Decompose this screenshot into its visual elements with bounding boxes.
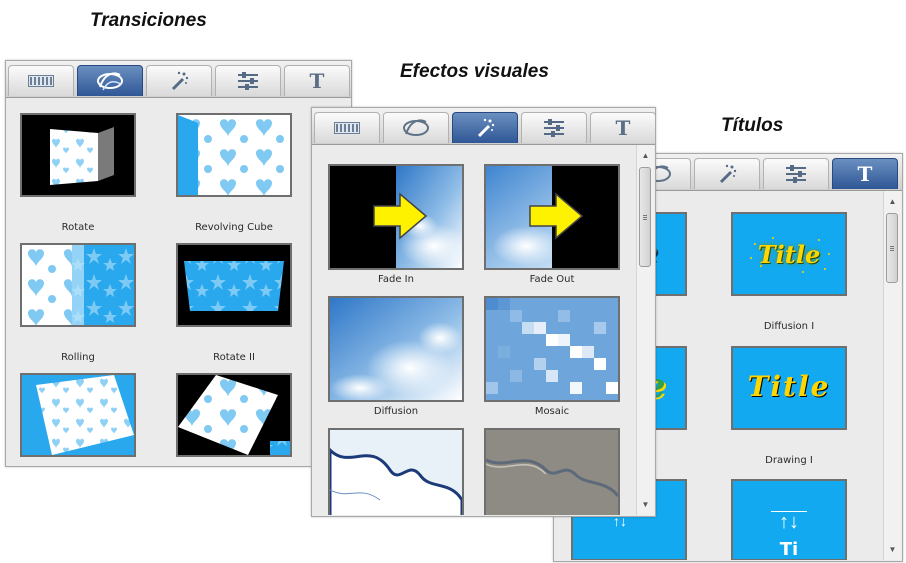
thumbnail-drawing-i[interactable]: Title: [731, 346, 847, 430]
arrows-icon: ↑↓: [779, 511, 799, 533]
tab-media[interactable]: [8, 65, 74, 96]
thumbnail-label: Rolling: [61, 352, 95, 363]
tab-adjustments[interactable]: [215, 65, 281, 96]
tab-media[interactable]: [314, 112, 380, 143]
tab-effects[interactable]: [146, 65, 212, 96]
tab-adjustments[interactable]: [763, 158, 829, 189]
vertical-scrollbar[interactable]: ▲ ▼: [883, 191, 901, 560]
fade-out-preview: [486, 166, 618, 268]
tab-transitions[interactable]: [383, 112, 449, 143]
heading-titles: Títulos: [721, 115, 784, 136]
transition-swirl-icon: [97, 72, 123, 91]
scroll-grip: [643, 215, 647, 216]
thumbnail-rotate[interactable]: [20, 113, 136, 197]
scroll-up-arrow[interactable]: ▲: [637, 147, 654, 164]
tab-titles[interactable]: T: [590, 112, 655, 143]
heading-transitions: Transiciones: [90, 10, 207, 31]
tab-effects[interactable]: [694, 158, 760, 189]
film-strip-icon: [334, 122, 360, 134]
tab-adjustments[interactable]: [521, 112, 587, 143]
thumbnail-label: Diffusion I: [763, 321, 815, 332]
scroll-down-arrow[interactable]: ▼: [884, 541, 901, 558]
effects-panel: T Fade In Fade Out Diffusion Mosaic ▲ ▼: [311, 107, 656, 517]
film-strip-icon: [28, 75, 54, 87]
tab-bar: T: [6, 61, 351, 98]
vertical-scrollbar[interactable]: ▲ ▼: [636, 145, 654, 515]
thumbnail-rotate-ii[interactable]: [176, 243, 292, 327]
thumbnail-label: Revolving Cube: [195, 222, 273, 233]
sliders-icon: [544, 119, 564, 137]
tab-effects[interactable]: [452, 112, 518, 143]
text-T-icon: T: [615, 116, 631, 140]
scroll-thumb[interactable]: [639, 167, 651, 267]
thumbnail-label: Fade Out: [529, 274, 575, 285]
fade-in-preview: [330, 166, 462, 268]
text-T-icon: T: [857, 162, 873, 186]
mosaic-preview: [486, 298, 618, 400]
thumbnail-revolving-cube[interactable]: [176, 113, 292, 197]
magic-wand-icon: [171, 71, 189, 91]
rolling-preview: [22, 245, 134, 325]
effects-grid: Fade In Fade Out Diffusion Mosaic ▲ ▼: [313, 145, 654, 515]
thumbnail-fade-out[interactable]: [484, 164, 620, 270]
thumbnail-diffusion[interactable]: [328, 296, 464, 402]
magic-wand-icon: [477, 118, 495, 138]
scroll-thumb[interactable]: [886, 213, 898, 283]
thumbnail-label: Diffusion: [373, 406, 419, 417]
thumbnail-mosaic[interactable]: [484, 296, 620, 402]
rotate-preview: [22, 115, 134, 195]
thumbnail-effect[interactable]: [484, 428, 620, 515]
sliders-icon: [238, 72, 258, 90]
thumbnail-transition[interactable]: [176, 373, 292, 457]
rotate-ii-preview: [178, 245, 290, 325]
transition-swirl-icon: [403, 119, 429, 136]
title-text: Ti: [779, 539, 799, 560]
thumbnail-label: Rotate: [61, 222, 95, 233]
revolving-cube-preview: [178, 115, 290, 195]
scroll-up-arrow[interactable]: ▲: [884, 193, 901, 210]
thumbnail-diffusion-i[interactable]: Title: [731, 212, 847, 296]
title-text: Title: [757, 240, 821, 269]
tab-transitions[interactable]: [77, 65, 143, 96]
thumbnail-label: Drawing I: [765, 455, 813, 466]
thumbnail-label: Rotate II: [213, 352, 255, 363]
diffusion-preview: [330, 298, 462, 400]
tab-titles[interactable]: T: [284, 65, 350, 96]
text-T-icon: T: [309, 69, 325, 93]
scroll-grip: [890, 246, 894, 247]
effect-preview: [486, 430, 618, 515]
tab-bar: T: [312, 108, 655, 145]
effect-preview: [330, 430, 462, 515]
transition-preview: [22, 375, 134, 455]
magic-wand-icon: [719, 164, 737, 184]
transition-preview: [178, 375, 290, 455]
transitions-grid: Rotate Revolving Cube Rolling Rotate II: [7, 98, 350, 465]
title-text: Title: [747, 370, 831, 403]
thumbnail-transition[interactable]: [20, 373, 136, 457]
thumbnail-rolling[interactable]: [20, 243, 136, 327]
thumbnail-fade-in[interactable]: [328, 164, 464, 270]
thumbnail-title[interactable]: ↑↓ Ti: [731, 479, 847, 560]
thumbnail-label: Mosaic: [534, 406, 570, 417]
thumbnail-effect[interactable]: [328, 428, 464, 515]
transitions-panel: T Rotate Revolving Cube Rolling Rotate I…: [5, 60, 352, 467]
sliders-icon: [786, 165, 806, 183]
heading-effects: Efectos visuales: [400, 61, 549, 82]
thumbnail-label: Fade In: [378, 274, 414, 285]
scroll-down-arrow[interactable]: ▼: [637, 496, 654, 513]
tab-titles[interactable]: T: [832, 158, 898, 189]
